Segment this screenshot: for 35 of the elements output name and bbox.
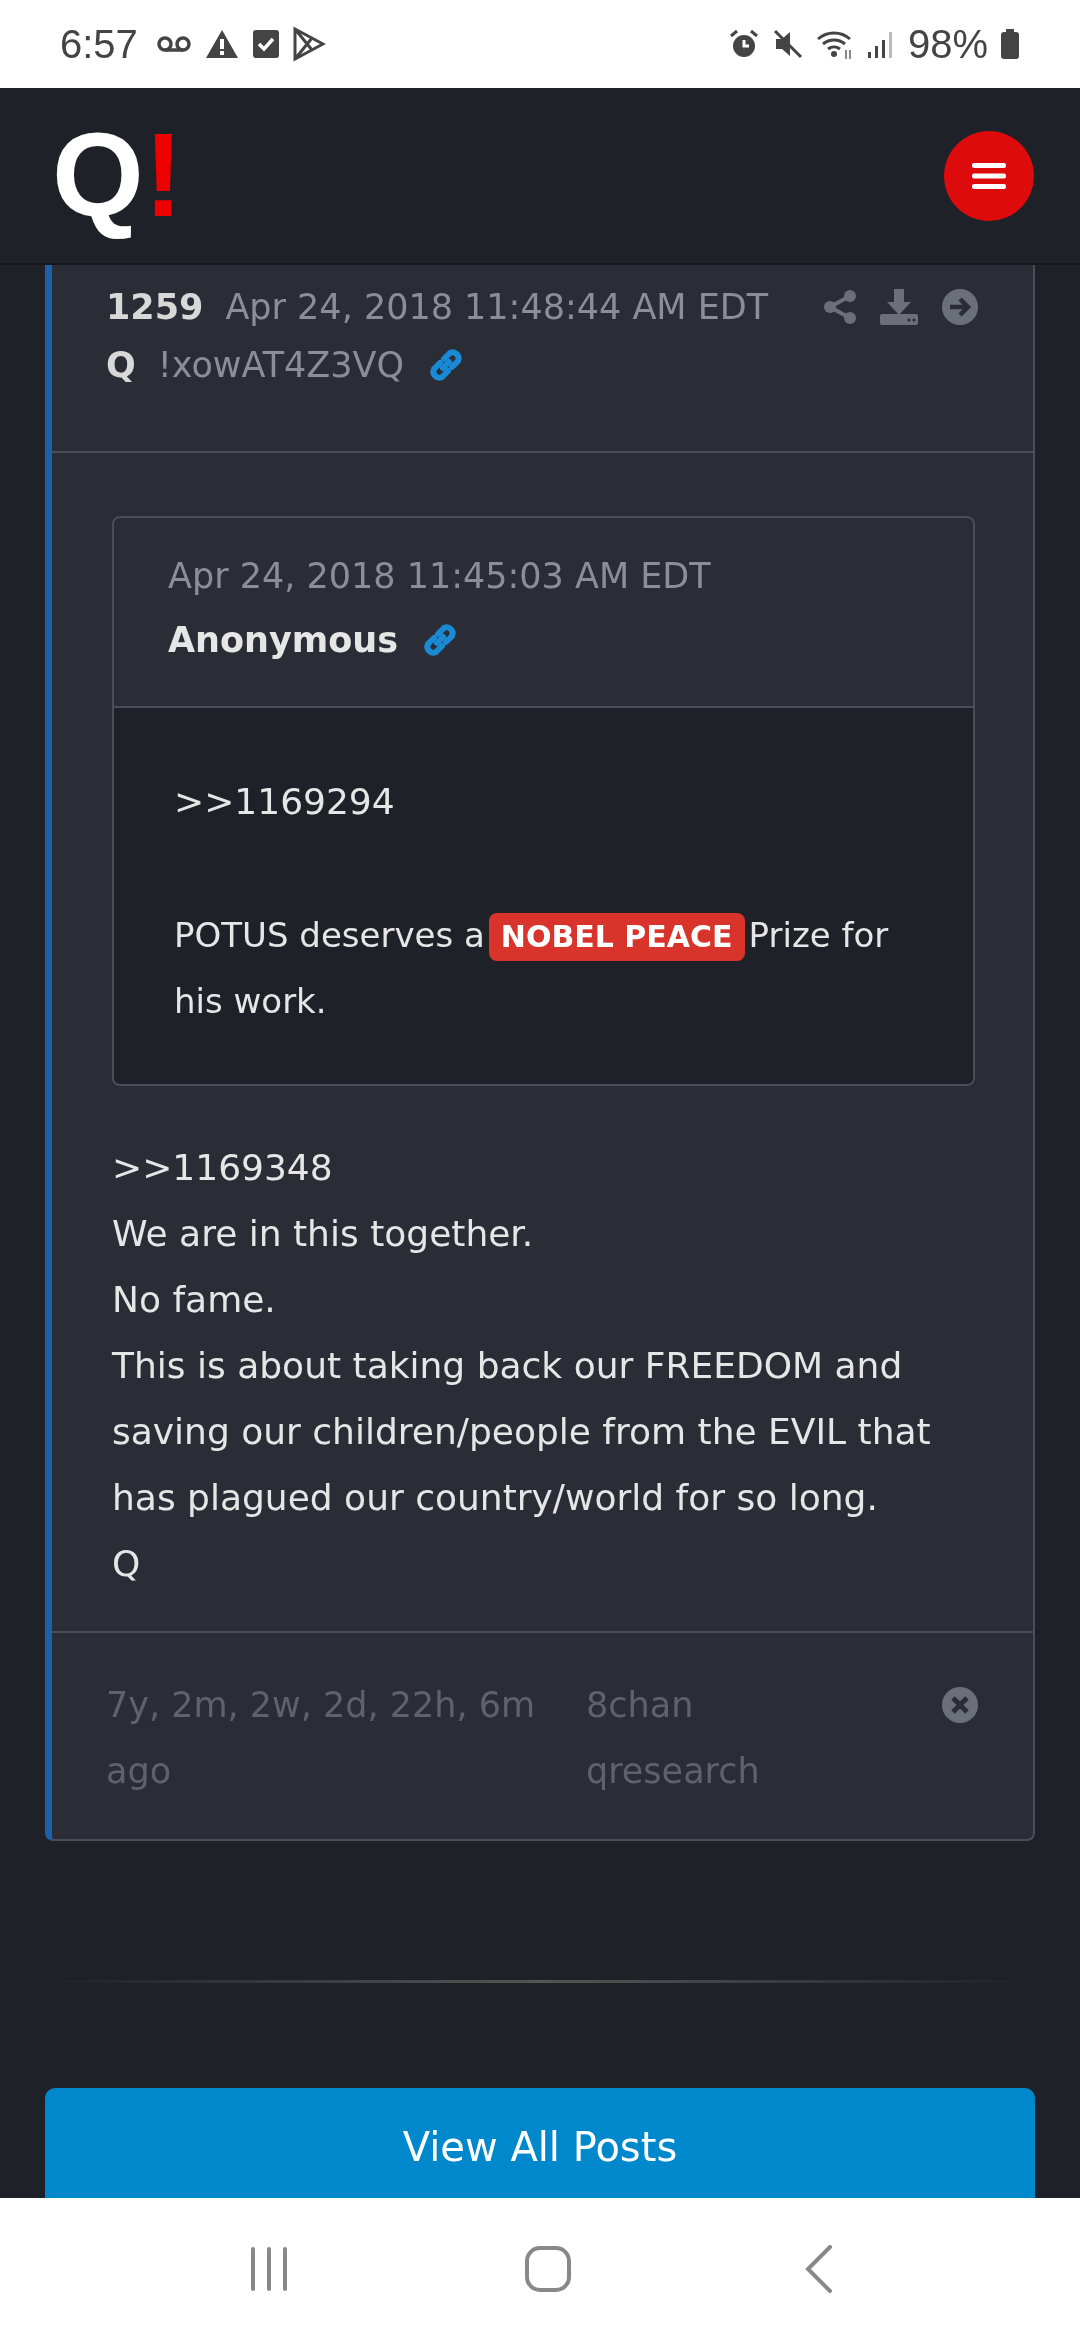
play-icon [291,26,326,62]
battery-icon [1000,28,1020,60]
keyword-badge: NOBEL PEACE [488,913,745,961]
author-name: Q [106,345,136,385]
close-icon[interactable] [941,1686,979,1724]
arrow-right-icon[interactable] [941,288,979,326]
checkbox-icon [251,28,280,60]
post-text-line: Q [112,1542,142,1586]
quote-reference: >>1169294 [174,780,396,824]
warning-icon [203,28,240,60]
status-time: 6:57 [60,21,138,67]
voicemail-icon [155,34,192,54]
post-number: 1259 [106,287,204,327]
post-text-line: >>1169348 [112,1146,334,1190]
share-icon[interactable] [823,289,857,325]
menu-icon [972,161,1006,190]
post-date: Apr 24, 2018 11:48:44 AM EDT [225,287,769,327]
alarm-icon [727,28,760,60]
post-text-line: We are in this together. [112,1212,535,1256]
quote-date: Apr 24, 2018 11:45:03 AM EDT [168,556,712,596]
quote-text: Prize for [748,914,889,957]
wifi-icon [815,28,854,60]
mute-icon [771,28,804,60]
logo[interactable]: Q! [46,104,190,247]
home-icon[interactable] [525,2246,571,2292]
post-text-line: No fame. [112,1278,277,1322]
back-icon[interactable] [805,2245,833,2293]
download-icon[interactable] [879,288,919,326]
quote-text: his work. [174,980,327,1023]
quote-text: POTUS deserves a [174,914,485,957]
quote-author: Anonymous [168,620,399,660]
battery-percent: 98% [907,21,988,67]
view-all-posts-button[interactable]: View All Posts [45,2088,1035,2198]
tripcode: !xowAT4Z3VQ [157,345,405,385]
post-text-line: This is about taking back our FREEDOM and saving our children/people from the EVIL that has plagued our country/world for so long. [112,1344,932,1520]
